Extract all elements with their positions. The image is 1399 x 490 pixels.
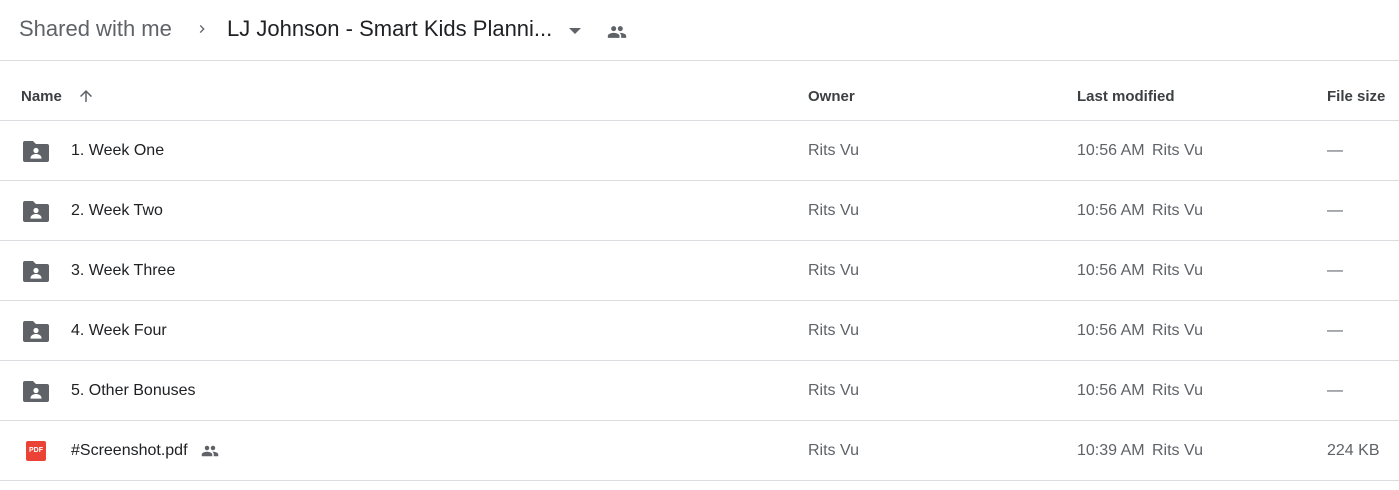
file-name: 4. Week Four: [71, 322, 167, 339]
file-size: —: [1327, 142, 1343, 159]
dropdown-arrow-icon[interactable]: [565, 23, 585, 39]
breadcrumb-current-folder[interactable]: LJ Johnson - Smart Kids Planni...: [227, 16, 552, 42]
file-size: —: [1327, 262, 1343, 279]
file-owner: Rits Vu: [808, 322, 859, 339]
file-modified-by: Rits Vu: [1152, 322, 1203, 339]
file-row[interactable]: 4. Week Four Rits Vu 10:56 AM Rits Vu —: [0, 301, 1399, 361]
file-owner: Rits Vu: [808, 202, 859, 219]
shared-folder-icon: [23, 261, 49, 282]
file-modified-time: 10:56 AM: [1077, 142, 1145, 159]
file-modified-time: 10:56 AM: [1077, 262, 1145, 279]
file-row[interactable]: 2. Week Two Rits Vu 10:56 AM Rits Vu —: [0, 181, 1399, 241]
file-list: 1. Week One Rits Vu 10:56 AM Rits Vu — 2…: [0, 121, 1399, 481]
file-modified-time: 10:56 AM: [1077, 322, 1145, 339]
pdf-icon: PDF: [26, 441, 46, 461]
file-row[interactable]: PDF #Screenshot.pdf Rits Vu 10:39 AM Rit…: [0, 421, 1399, 481]
file-size: —: [1327, 382, 1343, 399]
breadcrumb-shared-with-me[interactable]: Shared with me: [19, 16, 172, 42]
file-name: 2. Week Two: [71, 202, 163, 219]
shared-folder-icon: [23, 201, 49, 222]
file-modified-by: Rits Vu: [1152, 202, 1203, 219]
shared-people-icon: [201, 445, 219, 457]
file-size: —: [1327, 322, 1343, 339]
file-modified-by: Rits Vu: [1152, 382, 1203, 399]
file-modified-by: Rits Vu: [1152, 142, 1203, 159]
file-modified-time: 10:56 AM: [1077, 382, 1145, 399]
file-owner: Rits Vu: [808, 442, 859, 459]
file-row[interactable]: 3. Week Three Rits Vu 10:56 AM Rits Vu —: [0, 241, 1399, 301]
chevron-right-icon: [199, 25, 205, 33]
column-header-last-modified[interactable]: Last modified: [1077, 88, 1175, 105]
sort-ascending-icon[interactable]: [77, 87, 95, 105]
breadcrumb-bar: Shared with me LJ Johnson - Smart Kids P…: [0, 0, 1399, 61]
shared-folder-icon: [23, 141, 49, 162]
file-list-header: Name Owner Last modified File size: [0, 61, 1399, 121]
column-header-owner: Owner: [808, 88, 855, 105]
file-modified-by: Rits Vu: [1152, 262, 1203, 279]
column-header-file-size[interactable]: File size: [1327, 88, 1385, 105]
file-row[interactable]: 1. Week One Rits Vu 10:56 AM Rits Vu —: [0, 121, 1399, 181]
file-name: #Screenshot.pdf: [71, 442, 188, 459]
file-size: 224 KB: [1327, 442, 1380, 459]
file-name: 1. Week One: [71, 142, 165, 159]
file-row[interactable]: 5. Other Bonuses Rits Vu 10:56 AM Rits V…: [0, 361, 1399, 421]
file-modified-time: 10:39 AM: [1077, 442, 1145, 459]
shared-folder-icon: [23, 321, 49, 342]
file-owner: Rits Vu: [808, 382, 859, 399]
column-header-name[interactable]: Name: [21, 88, 62, 105]
file-modified-by: Rits Vu: [1152, 442, 1203, 459]
file-owner: Rits Vu: [808, 142, 859, 159]
file-name: 5. Other Bonuses: [71, 382, 196, 399]
file-name: 3. Week Three: [71, 262, 176, 279]
file-owner: Rits Vu: [808, 262, 859, 279]
shared-people-icon: [607, 26, 627, 38]
file-size: —: [1327, 202, 1343, 219]
file-modified-time: 10:56 AM: [1077, 202, 1145, 219]
shared-folder-icon: [23, 381, 49, 402]
